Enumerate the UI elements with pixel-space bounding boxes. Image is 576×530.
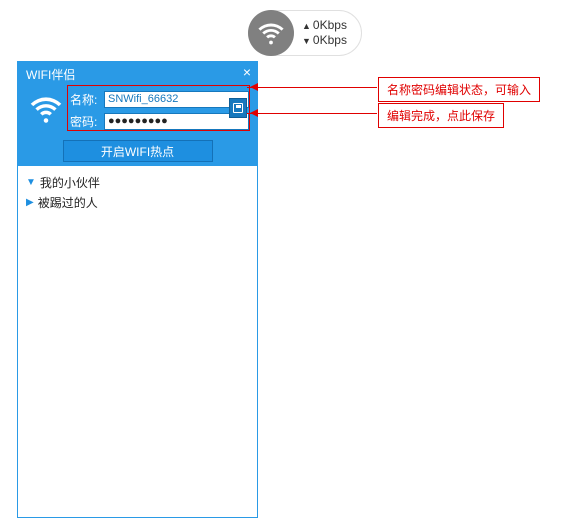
wifi-companion-window: WIFI伴侣 × 名称: 密码: <box>17 61 258 518</box>
callout-edit-state: 名称密码编辑状态，可输入 <box>378 77 540 102</box>
callout-save: 编辑完成，点此保存 <box>378 103 504 128</box>
close-icon[interactable]: × <box>243 64 251 80</box>
wifi-icon <box>248 10 294 56</box>
save-button[interactable] <box>229 98 247 118</box>
password-input[interactable] <box>104 113 249 130</box>
expand-partners[interactable]: ▼ 我的小伙伴 <box>26 172 249 192</box>
password-label: 密码: <box>70 113 104 130</box>
speed-text: ▲0Kbps ▼0Kbps <box>302 18 347 48</box>
header: WIFI伴侣 × 名称: 密码: <box>18 62 257 166</box>
upload-speed: 0Kbps <box>313 18 347 32</box>
start-hotspot-button[interactable]: 开启WIFI热点 <box>63 140 213 162</box>
expand-label: 被踢过的人 <box>38 194 98 211</box>
expand-kicked[interactable]: ▶ 被踢过的人 <box>26 192 249 212</box>
callout-arrow <box>247 87 377 88</box>
window-title: WIFI伴侣 <box>18 62 257 84</box>
download-speed: 0Kbps <box>313 33 347 47</box>
expand-label: 我的小伙伴 <box>40 174 100 191</box>
ssid-label: 名称: <box>70 91 104 108</box>
wifi-icon <box>26 88 66 129</box>
save-icon <box>233 103 243 113</box>
chevron-right-icon: ▶ <box>26 197 34 208</box>
credentials-block: 名称: 密码: <box>70 88 249 132</box>
body: ▼ 我的小伙伴 ▶ 被踢过的人 <box>18 166 257 218</box>
arrow-down-icon: ▼ <box>302 36 311 46</box>
callout-arrow <box>247 113 377 114</box>
chevron-down-icon: ▼ <box>26 177 36 188</box>
arrow-up-icon: ▲ <box>302 21 311 31</box>
ssid-input[interactable] <box>104 91 249 108</box>
speed-widget: ▲0Kbps ▼0Kbps <box>248 10 362 56</box>
